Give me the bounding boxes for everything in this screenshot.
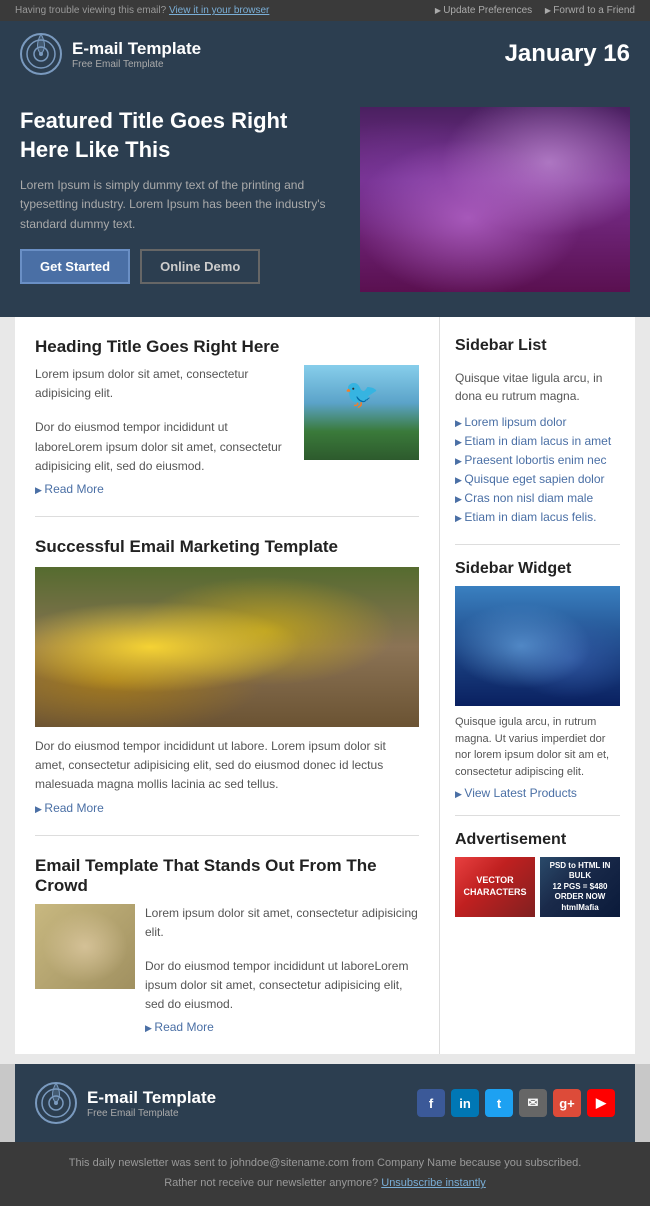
sidebar-list-desc: Quisque vitae ligula arcu, in dona eu ru… bbox=[455, 369, 620, 405]
logo-title: E-mail Template bbox=[72, 39, 201, 59]
ad-2-text: PSD to HTML IN BULK 12 PGS = $480 ORDER … bbox=[540, 861, 620, 913]
list-item-link[interactable]: Etiam in diam lacus in amet bbox=[464, 434, 611, 448]
article-1-read-more[interactable]: Read More bbox=[35, 482, 292, 496]
list-item: Cras non nisl diam male bbox=[455, 491, 620, 505]
article-1-text1: Lorem ipsum dolor sit amet, consectetur … bbox=[35, 365, 292, 403]
footer-logo-title: E-mail Template bbox=[87, 1088, 216, 1108]
facebook-icon[interactable]: f bbox=[417, 1089, 445, 1117]
get-started-button[interactable]: Get Started bbox=[20, 249, 130, 284]
article-3-body: Lorem ipsum dolor sit amet, consectetur … bbox=[35, 904, 419, 1035]
linkedin-icon[interactable]: in bbox=[451, 1089, 479, 1117]
list-item-link[interactable]: Quisque eget sapien dolor bbox=[464, 472, 604, 486]
online-demo-button[interactable]: Online Demo bbox=[140, 249, 260, 284]
unsubscribe-link[interactable]: Unsubscribe instantly bbox=[381, 1177, 486, 1189]
article-3-text1: Lorem ipsum dolor sit amet, consectetur … bbox=[145, 904, 419, 942]
footer-logo-subtitle: Free Email Template bbox=[87, 1108, 216, 1119]
article-3-heading: Email Template That Stands Out From The … bbox=[35, 856, 419, 896]
advertisement-images: VECTOR CHARACTERS PSD to HTML IN BULK 12… bbox=[455, 857, 620, 917]
footer-main: E-mail Template Free Email Template f in… bbox=[15, 1064, 635, 1142]
sidebar-list: Lorem lipsum dolor Etiam in diam lacus i… bbox=[455, 415, 620, 545]
bird-image bbox=[304, 365, 419, 460]
hero-title: Featured Title Goes Right Here Like This bbox=[20, 107, 340, 164]
article-2-heading: Successful Email Marketing Template bbox=[35, 537, 419, 557]
header-date: January 16 bbox=[505, 40, 630, 68]
article-1-text: Lorem ipsum dolor sit amet, consectetur … bbox=[35, 365, 292, 496]
ad-1-text: VECTOR CHARACTERS bbox=[464, 875, 527, 898]
footer-bottom: This daily newsletter was sent to johndo… bbox=[0, 1142, 650, 1206]
sidebar-list-heading: Sidebar List bbox=[455, 337, 620, 361]
hero-buttons: Get Started Online Demo bbox=[20, 249, 340, 284]
main-content: Heading Title Goes Right Here Lorem ipsu… bbox=[15, 317, 635, 1054]
header: E-mail Template Free Email Template Janu… bbox=[0, 21, 650, 87]
article-1-text2: Dor do eiusmod tempor incididunt ut labo… bbox=[35, 418, 292, 476]
article-1-heading: Heading Title Goes Right Here bbox=[35, 337, 419, 357]
googleplus-icon[interactable]: g+ bbox=[553, 1089, 581, 1117]
topbar-left: Having trouble viewing this email? View … bbox=[15, 5, 269, 16]
article-3-text: Lorem ipsum dolor sit amet, consectetur … bbox=[145, 904, 419, 1035]
list-item-link[interactable]: Etiam in diam lacus felis. bbox=[464, 510, 596, 524]
article-3-text2: Dor do eiusmod tempor incididunt ut labo… bbox=[145, 957, 419, 1015]
top-bar: Having trouble viewing this email? View … bbox=[0, 0, 650, 21]
youtube-icon[interactable]: ▶ bbox=[587, 1089, 615, 1117]
sidebar-widget-heading: Sidebar Widget bbox=[455, 560, 620, 578]
article-2-text: Dor do eiusmod tempor incididunt ut labo… bbox=[35, 737, 419, 795]
social-icons: f in t ✉ g+ ▶ bbox=[417, 1089, 615, 1117]
update-prefs-link[interactable]: Update Preferences bbox=[435, 5, 532, 16]
footer-logo-icon bbox=[35, 1082, 77, 1124]
footer-bottom-text2: Rather not receive our newsletter anymor… bbox=[20, 1174, 630, 1194]
left-column: Heading Title Goes Right Here Lorem ipsu… bbox=[15, 317, 440, 1054]
list-item-link[interactable]: Lorem lipsum dolor bbox=[464, 415, 566, 429]
footer-logo: E-mail Template Free Email Template bbox=[35, 1082, 216, 1124]
article-1-body: Lorem ipsum dolor sit amet, consectetur … bbox=[35, 365, 419, 496]
list-item: Etiam in diam lacus in amet bbox=[455, 434, 620, 448]
ad-image-1: VECTOR CHARACTERS bbox=[455, 857, 535, 917]
list-item-link[interactable]: Praesent lobortis enim nec bbox=[464, 453, 606, 467]
footer-bottom-text1: This daily newsletter was sent to johndo… bbox=[20, 1154, 630, 1174]
hero-image bbox=[360, 107, 630, 292]
list-item: Praesent lobortis enim nec bbox=[455, 453, 620, 467]
ad-image-2: PSD to HTML IN BULK 12 PGS = $480 ORDER … bbox=[540, 857, 620, 917]
list-item-link[interactable]: Cras non nisl diam male bbox=[464, 491, 593, 505]
twitter-icon[interactable]: t bbox=[485, 1089, 513, 1117]
article-1-image bbox=[304, 365, 419, 460]
article-3-read-more[interactable]: Read More bbox=[145, 1020, 419, 1034]
sidebar-widget-image bbox=[455, 586, 620, 706]
view-products-link[interactable]: View Latest Products bbox=[455, 786, 620, 800]
hero-flower-image bbox=[360, 107, 630, 292]
topbar-right: Update Preferences Forwrd to a Friend bbox=[425, 5, 635, 16]
shell-image bbox=[35, 904, 135, 989]
logo-text: E-mail Template Free Email Template bbox=[72, 39, 201, 70]
article-3: Email Template That Stands Out From The … bbox=[35, 856, 419, 1035]
logo-icon bbox=[20, 33, 62, 75]
article-2-flower-image bbox=[35, 567, 419, 727]
article-2-read-more[interactable]: Read More bbox=[35, 801, 419, 815]
article-1: Heading Title Goes Right Here Lorem ipsu… bbox=[35, 337, 419, 517]
forward-friend-link[interactable]: Forwrd to a Friend bbox=[545, 5, 635, 16]
footer-logo-text: E-mail Template Free Email Template bbox=[87, 1088, 216, 1119]
sidebar-widget-text: Quisque igula arcu, in rutrum magna. Ut … bbox=[455, 714, 620, 780]
article-2: Successful Email Marketing Template Dor … bbox=[35, 537, 419, 836]
right-column: Sidebar List Quisque vitae ligula arcu, … bbox=[440, 317, 635, 1054]
list-item: Quisque eget sapien dolor bbox=[455, 472, 620, 486]
list-item: Etiam in diam lacus felis. bbox=[455, 510, 620, 524]
logo-subtitle: Free Email Template bbox=[72, 59, 201, 70]
view-browser-link[interactable]: View it in your browser bbox=[169, 5, 269, 16]
logo-area: E-mail Template Free Email Template bbox=[20, 33, 201, 75]
advertisement-heading: Advertisement bbox=[455, 815, 620, 849]
hero-description: Lorem Ipsum is simply dummy text of the … bbox=[20, 176, 340, 234]
main-wrapper: Heading Title Goes Right Here Lorem ipsu… bbox=[0, 317, 650, 1064]
list-item: Lorem lipsum dolor bbox=[455, 415, 620, 429]
hero-section: Featured Title Goes Right Here Like This… bbox=[0, 87, 650, 317]
hero-content: Featured Title Goes Right Here Like This… bbox=[20, 107, 340, 284]
email-icon[interactable]: ✉ bbox=[519, 1089, 547, 1117]
